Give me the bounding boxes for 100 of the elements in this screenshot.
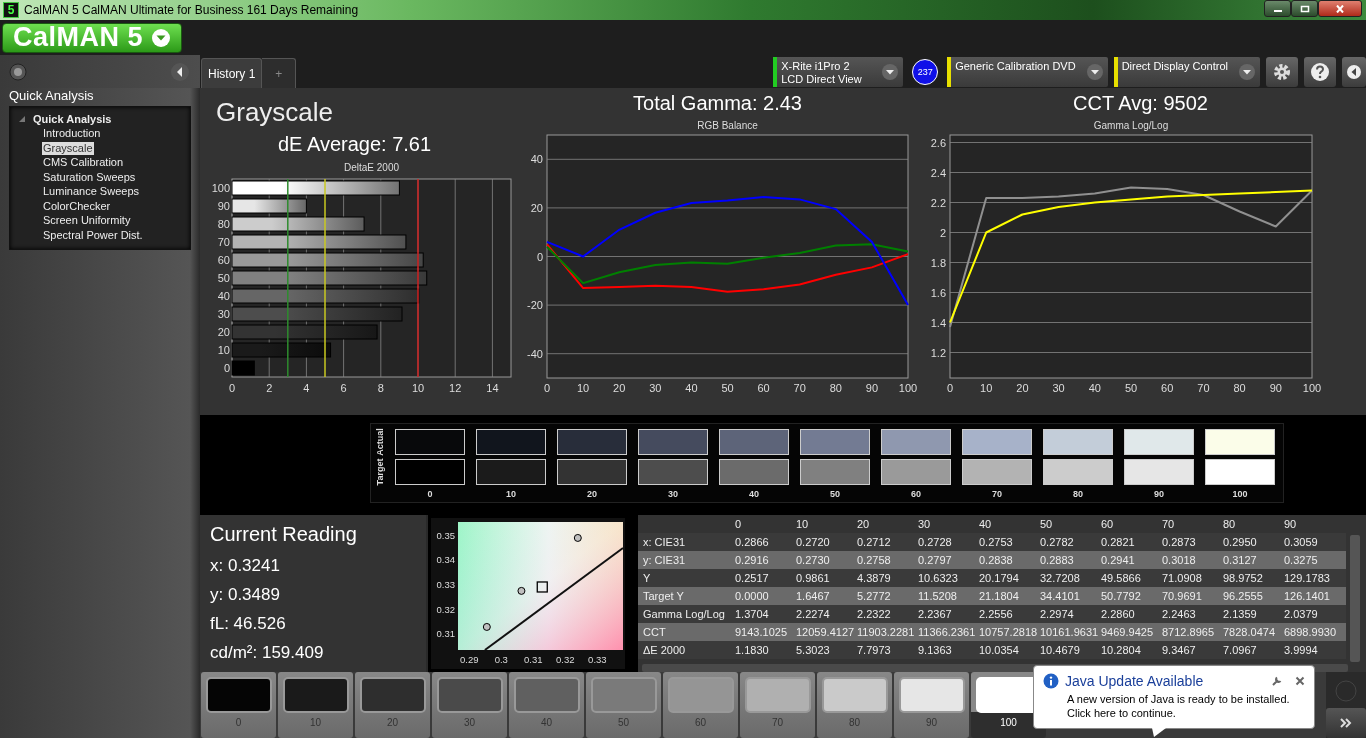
axis-label: 10 bbox=[411, 382, 425, 394]
caret-icon bbox=[151, 27, 171, 48]
maximize-button[interactable] bbox=[1291, 0, 1318, 17]
tree-item[interactable]: Luminance Sweeps bbox=[42, 185, 140, 199]
chart-title: RGB Balance bbox=[697, 120, 758, 131]
wrench-icon[interactable] bbox=[1271, 675, 1283, 687]
tree-item[interactable]: ColorChecker bbox=[42, 199, 112, 213]
axis-label: 1.2 bbox=[930, 346, 946, 359]
collapse-button[interactable] bbox=[1342, 56, 1366, 87]
axis-label: 100 bbox=[211, 182, 230, 194]
row-header: ΔE 2000 bbox=[642, 644, 687, 656]
table-cell-text: 12059.4127 bbox=[795, 626, 855, 638]
table-cell-text: 10161.9631 bbox=[1039, 626, 1099, 638]
history-tab[interactable]: History 1 bbox=[201, 58, 263, 88]
table-cell-text: 3.9994 bbox=[1283, 644, 1319, 656]
total-gamma-label: Total Gamma: 2.43 bbox=[632, 91, 803, 115]
axis-label: 6 bbox=[340, 382, 347, 394]
axis-label: 30 bbox=[649, 382, 662, 394]
axis-label: 0.34 bbox=[436, 554, 455, 566]
tree-item[interactable]: CMS Calibration bbox=[42, 156, 125, 170]
axis-label: 50 bbox=[1124, 382, 1138, 394]
sidebar-title: Quick Analysis bbox=[9, 88, 95, 104]
column-header: 70 bbox=[1161, 518, 1176, 530]
balloon-tail bbox=[1152, 728, 1166, 737]
tree-item[interactable]: Screen Uniformity bbox=[42, 214, 132, 228]
tree-item[interactable]: Quick Analysis bbox=[32, 112, 113, 126]
table-cell-text: 0.9861 bbox=[795, 572, 831, 584]
table-cell-text: 32.7208 bbox=[1039, 572, 1081, 584]
radio-icon[interactable] bbox=[9, 62, 27, 81]
axis-label: 60 bbox=[757, 382, 770, 394]
axis-label: 80 bbox=[829, 382, 842, 394]
chart-title: Gamma Log/Log bbox=[1093, 120, 1169, 131]
table-cell-text: 10.0354 bbox=[978, 644, 1020, 656]
add-tab-button[interactable]: + bbox=[262, 58, 297, 88]
axis-label: 8 bbox=[377, 382, 384, 394]
more-button[interactable] bbox=[1326, 708, 1366, 738]
bar bbox=[231, 360, 255, 376]
column-label: 40 bbox=[748, 489, 760, 499]
axis-label: 80 bbox=[217, 218, 230, 230]
caret-icon bbox=[1085, 62, 1104, 81]
column-label: 0 bbox=[426, 489, 434, 499]
table-cell-text: 11.5208 bbox=[917, 590, 958, 602]
axis-label: 0 bbox=[228, 382, 236, 394]
data-point bbox=[482, 622, 491, 631]
notification-balloon[interactable]: Java Update Available A new version of Java is ready to be installed. Click here to continue. bbox=[1033, 665, 1315, 729]
table-cell-text: 2.2860 bbox=[1100, 608, 1136, 620]
axis-label: 10 bbox=[576, 382, 590, 394]
tree-item[interactable]: Spectral Power Dist. bbox=[42, 228, 144, 242]
device-dropdown[interactable]: X-Rite i1Pro 2 LCD Direct View bbox=[773, 56, 904, 87]
device-dropdown[interactable]: Direct Display Control bbox=[1113, 56, 1260, 87]
axis-label: 90 bbox=[1269, 382, 1282, 394]
scrollbar[interactable] bbox=[1350, 535, 1360, 662]
row-header: CCT bbox=[642, 626, 667, 638]
help-button[interactable] bbox=[1304, 56, 1336, 87]
table-cell-text: 7.0967 bbox=[1222, 644, 1258, 656]
tree-item[interactable]: Introduction bbox=[42, 127, 102, 141]
axis-label: 0.31 bbox=[436, 628, 455, 640]
column-header: 60 bbox=[1100, 518, 1115, 530]
table-cell-text: 0.2712 bbox=[856, 536, 892, 548]
close-icon[interactable] bbox=[1295, 676, 1305, 686]
axis-label: 90 bbox=[865, 382, 879, 394]
axis-label: 40 bbox=[1088, 382, 1101, 394]
axis-label: 4 bbox=[303, 382, 310, 394]
table-cell-text: 0.2821 bbox=[1100, 536, 1136, 548]
table-cell-text: 7828.0474 bbox=[1222, 626, 1276, 638]
table-cell-text: 0.2873 bbox=[1161, 536, 1197, 548]
notification-text: A new version of Java is ready to be installed. Click here to continue. bbox=[1067, 692, 1291, 720]
table-cell-text: 0.0000 bbox=[734, 590, 770, 602]
table-cell-text: 0.3127 bbox=[1222, 554, 1258, 566]
row-header: Target Y bbox=[642, 590, 685, 602]
axis-label: 60 bbox=[217, 254, 230, 266]
column-header: 50 bbox=[1039, 518, 1054, 530]
axis-label: 2 bbox=[266, 382, 273, 394]
table-cell-text: 0.2941 bbox=[1100, 554, 1136, 566]
data-point bbox=[573, 533, 582, 542]
device-dropdown[interactable]: Generic Calibration DVD bbox=[947, 56, 1108, 87]
chart-title: DeltaE 2000 bbox=[344, 162, 399, 173]
table-cell-text: 5.2772 bbox=[856, 590, 892, 602]
table-cell-text: 9.3467 bbox=[1161, 644, 1197, 656]
axis-label: 70 bbox=[1197, 382, 1210, 394]
column-label: 60 bbox=[910, 489, 922, 499]
table-cell-text: 1.3704 bbox=[734, 608, 770, 620]
table-cell-text: 96.2555 bbox=[1222, 590, 1264, 602]
axis-label: 0 bbox=[223, 362, 230, 374]
expanded-icon[interactable] bbox=[18, 115, 26, 124]
table-cell-text: 10.4679 bbox=[1039, 644, 1081, 656]
table-cell-text: 2.2556 bbox=[978, 608, 1014, 620]
tree-item[interactable]: Grayscale bbox=[42, 141, 94, 155]
window-title: CalMAN 5 CalMAN Ultimate for Business 161 Days Remaining bbox=[24, 3, 360, 17]
axis-label: 1.4 bbox=[930, 316, 946, 329]
table-cell-text: 0.2728 bbox=[917, 536, 953, 548]
table-cell-text: 2.2322 bbox=[856, 608, 892, 620]
minimize-button[interactable] bbox=[1264, 0, 1291, 17]
axis-label: 2.2 bbox=[930, 196, 946, 209]
close-button[interactable] bbox=[1318, 0, 1362, 17]
axis-label: 12 bbox=[449, 382, 462, 394]
tree-item[interactable]: Saturation Sweeps bbox=[42, 170, 137, 184]
reading-value: fL: 46.526 bbox=[210, 613, 287, 635]
settings-button[interactable] bbox=[1266, 56, 1298, 87]
axis-label: 0.31 bbox=[524, 654, 543, 665]
